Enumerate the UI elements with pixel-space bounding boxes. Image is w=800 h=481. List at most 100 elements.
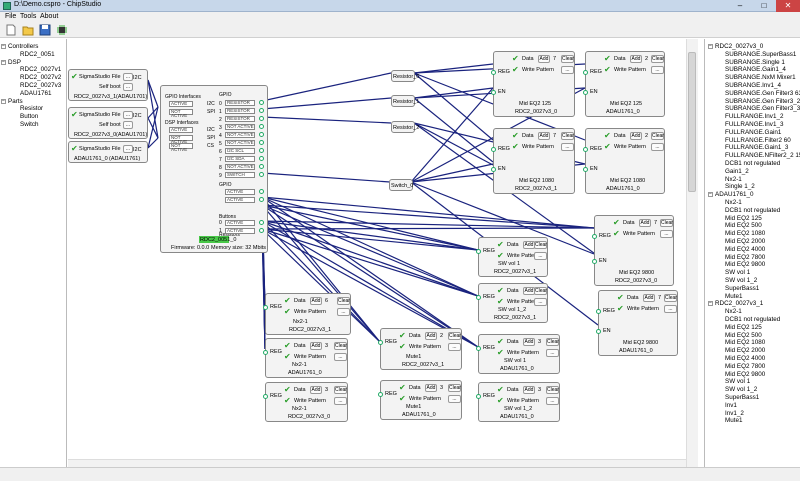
write-pattern-browse-button[interactable]: ... [561,66,574,74]
add-button[interactable]: Add [538,132,550,140]
parameter-block[interactable]: REG EN ✔ Data Add 7 Clear ✔ Write Pattern... Mid … [592,215,674,286]
parameter-block[interactable]: REG ✔ Data Add 6 Clear ✔ Write Pattern... Nx2-1 R… [263,293,351,335]
resistor-connector[interactable] [259,189,264,194]
add-button[interactable]: Add [643,294,655,302]
right-item[interactable]: Mid EQ2 2000 [725,347,765,354]
write-pattern-browse-button[interactable]: ... [561,143,574,151]
button-select[interactable]: ACTIVE [225,220,255,226]
dsp-block-adau1761-0[interactable]: ✔ SigmaStudio File ... I2C ADAU1761_0 (A… [68,141,148,163]
gpio-pin-select[interactable]: NOT ACTIVE [225,164,255,170]
open-folder-icon[interactable] [22,24,34,36]
browse-button[interactable]: ... [123,111,133,119]
right-item[interactable]: Mid EQ2 4000 [725,355,765,362]
save-icon[interactable] [39,24,51,36]
right-item[interactable]: SUBRANGE.Gen Filter3_2 60 [725,98,800,105]
right-item[interactable]: Inv1_2 [725,410,744,417]
menu-tools[interactable]: Tools [20,13,36,20]
left-item[interactable]: Resistor [20,105,43,112]
reg-connector[interactable] [491,147,496,152]
right-item[interactable]: Mute1 [725,293,743,300]
right-item[interactable]: RDC2_0027v3_0 [715,43,763,50]
menu-about[interactable]: About [40,13,58,20]
menu-file[interactable]: File [5,13,16,20]
left-item[interactable]: DSP [8,59,21,66]
en-connector[interactable] [583,167,588,172]
gpio-pin-select[interactable]: SWITCH [225,172,255,178]
dsp-interface-select[interactable]: NOT ACTIVE [169,135,193,144]
right-item[interactable]: SW vol 1 [725,378,750,385]
write-pattern-browse-button[interactable]: ... [448,343,461,351]
write-pattern-browse-button[interactable]: ... [337,308,350,316]
gpio-pin-connector[interactable] [259,148,264,153]
components-tree[interactable]: − Controllers RDC2_0051− DSP RDC2_0027v1 RDC2… [0,39,67,467]
clear-button[interactable]: Clear [660,219,673,227]
right-item[interactable]: Mid EQ2 9800 [725,371,765,378]
en-connector[interactable] [583,90,588,95]
gpio-pin-connector[interactable] [259,108,264,113]
parameter-block[interactable]: REG✔DataAdd3Clear✔Write Pattern...SW vol… [476,237,548,277]
left-item[interactable]: RDC2_0027v1 [20,66,61,73]
right-item[interactable]: FULLRANGE.Gain1 [725,129,781,136]
controller-block[interactable]: GPIO Interfaces DSP Interfaces Resistors… [160,85,268,253]
parameter-block[interactable]: REG EN ✔ Data Add 7 Clear ✔ Write Pattern... Mid … [491,51,575,117]
left-item[interactable]: ADAU1761 [20,90,52,97]
gpio-pin-select[interactable]: NOT ACTIVE [225,124,255,130]
right-item[interactable]: FULLRANGE.Inv1_2 [725,113,783,120]
right-item[interactable]: DCB1 not regulated [725,160,780,167]
chip-icon[interactable] [56,24,68,36]
reg-connector[interactable] [476,346,481,351]
right-item[interactable]: Mid EQ2 500 [725,332,762,339]
button-connector[interactable] [259,220,264,225]
resistor-select[interactable]: ACTIVE [225,197,255,203]
right-item[interactable]: Inv1 [725,402,737,409]
parameters-tree[interactable]: − RDC2_0027v3_0 SUBRANGE.SuperBass1 SUBRANG… [704,39,800,467]
right-item[interactable]: SUBRANGE.Gain1_4 [725,66,786,73]
right-item[interactable]: ADAU1761_0 [715,191,754,198]
expand-toggle-icon[interactable]: − [1,44,6,49]
add-button[interactable]: Add [425,332,437,340]
reg-connector[interactable] [476,249,481,254]
resistor-connector[interactable] [259,197,264,202]
gpio-interface-select[interactable]: ACTIVE [169,101,193,107]
left-item[interactable]: Button [20,113,38,120]
close-button[interactable]: ✕ [776,0,800,12]
right-item[interactable]: FULLRANGE.Filter2 60 [725,137,791,144]
en-connector[interactable] [491,90,496,95]
right-item[interactable]: Nx2-1 [725,199,742,206]
reg-connector[interactable] [592,234,597,239]
right-item[interactable]: FULLRANGE.Gain1_3 [725,144,788,151]
reg-connector[interactable] [583,70,588,75]
button-select[interactable]: ACTIVE [225,228,255,234]
right-item[interactable]: Mid EQ2 125 [725,324,762,331]
clear-button[interactable]: Clear [561,55,574,63]
part-resistor-2[interactable]: Resistor_2 [391,121,419,133]
reg-connector[interactable] [476,295,481,300]
reg-connector[interactable] [596,309,601,314]
right-item[interactable]: Mid EQ2 1080 [725,230,765,237]
gpio-pin-connector[interactable] [259,132,264,137]
clear-button[interactable]: Clear [561,132,574,140]
clear-button[interactable]: Clear [651,132,664,140]
add-button[interactable]: Add [310,297,322,305]
right-item[interactable]: Mid EQ2 4000 [725,246,765,253]
reg-connector[interactable] [583,147,588,152]
parameter-block[interactable]: REG✔DataAdd3Clear✔Write Pattern...SW vol… [476,334,560,374]
parameter-block[interactable]: REG✔DataAdd3Clear✔Write Pattern...SW vol… [476,382,560,422]
right-item[interactable]: Mid EQ2 2000 [725,238,765,245]
gpio-pin-connector[interactable] [259,172,264,177]
write-pattern-browse-button[interactable]: ... [448,395,461,403]
reg-connector[interactable] [263,394,268,399]
right-item[interactable]: Nx2-1 [725,308,742,315]
clear-button[interactable]: Clear [334,342,347,350]
clear-button[interactable]: Clear [651,55,664,63]
expand-toggle-icon[interactable]: − [708,301,713,307]
clear-button[interactable]: Clear [546,386,559,394]
write-pattern-browse-button[interactable]: ... [546,349,559,357]
parameter-block[interactable]: REG✔DataAdd3Clear✔Write Pattern...SW vol… [476,283,548,323]
add-button[interactable]: Add [538,55,550,63]
add-button[interactable]: Add [630,55,642,63]
right-item[interactable]: FULLRANGE.NFilter2_2 150 [725,152,800,159]
left-item[interactable]: Switch [20,121,39,128]
en-connector[interactable] [491,167,496,172]
self-boot-button[interactable]: ... [123,121,133,129]
